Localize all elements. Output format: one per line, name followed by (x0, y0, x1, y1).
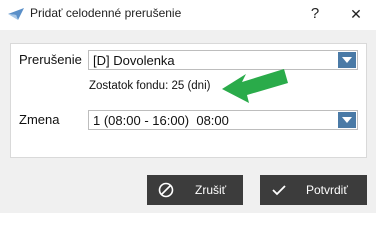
green-arrow-icon (222, 69, 288, 103)
shift-value: 1 (08:00 - 16:00) 08:00 (93, 113, 229, 128)
chevron-down-icon (342, 57, 352, 63)
interruption-select[interactable]: [D] Dovolenka (88, 50, 358, 70)
interruption-label: Prerušenie (19, 52, 82, 67)
cancel-label: Zrušiť (195, 183, 227, 197)
checkmark-icon (272, 185, 286, 196)
title-bar: Pridať celodenné prerušenie ? ✕ (0, 0, 376, 30)
cancel-button[interactable]: Zrušiť (147, 175, 243, 205)
interruption-value: [D] Dovolenka (93, 53, 175, 68)
fund-balance-text: Zostatok fondu: 25 (dni) (89, 80, 211, 92)
chevron-down-icon (342, 117, 352, 123)
window-title: Pridať celodenné prerušenie (30, 6, 182, 20)
confirm-button[interactable]: Potvrdiť (260, 175, 367, 205)
shift-label: Zmena (19, 112, 60, 127)
interruption-dropdown-button[interactable] (338, 52, 356, 68)
confirm-label: Potvrdiť (306, 183, 348, 197)
close-button[interactable]: ✕ (343, 2, 369, 26)
help-button[interactable]: ? (302, 2, 328, 26)
paper-plane-icon (8, 8, 24, 20)
shift-dropdown-button[interactable] (338, 112, 356, 128)
cancel-circle-icon (158, 182, 174, 198)
form-panel: Prerušenie [D] Dovolenka Zostatok fondu:… (10, 43, 367, 158)
